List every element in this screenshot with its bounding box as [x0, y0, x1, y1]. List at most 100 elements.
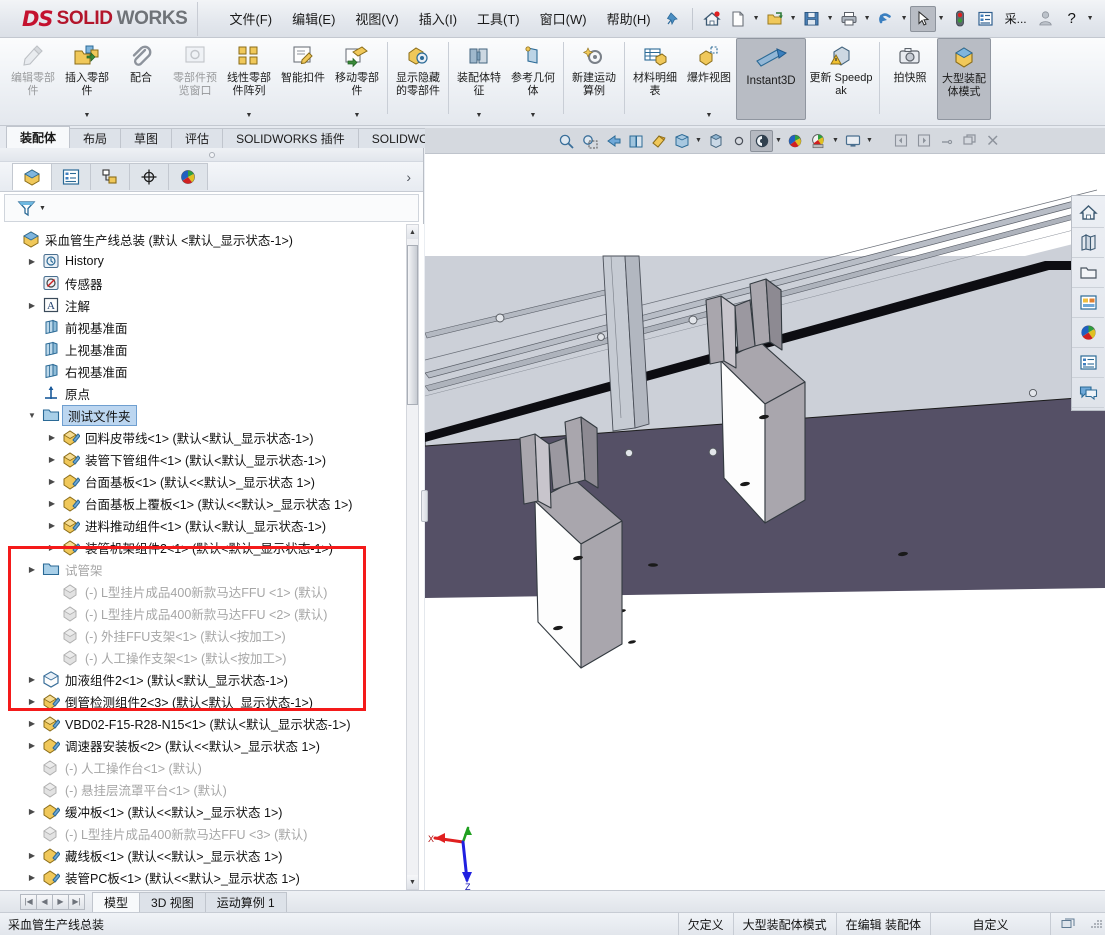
tree-item[interactable]: (-) 人工操作台<1> (默认) — [0, 756, 424, 778]
tree-item[interactable]: (-) 悬挂层流罩平台<1> (默认) — [0, 778, 424, 800]
tree-item[interactable]: 上视基准面 — [0, 338, 424, 360]
open-button[interactable] — [762, 6, 788, 32]
tree-item[interactable]: ▶ 倒管检测组件2<3> (默认<默认_显示状态-1>) — [0, 690, 424, 712]
bottom-tab-model[interactable]: 模型 — [92, 891, 141, 912]
view-hide-show-small[interactable] — [727, 130, 750, 152]
tree-item[interactable]: (-) L型挂片成品400新款马达FFU <2> (默认) — [0, 602, 424, 624]
ribbon-assembly-features-arrow[interactable]: ▼ — [476, 112, 483, 119]
window-close-doc[interactable] — [981, 130, 1004, 152]
tree-expand-arrow-icon[interactable]: ▶ — [24, 719, 40, 728]
view-settings[interactable] — [841, 130, 864, 152]
view-zoom-to-fit[interactable] — [555, 130, 578, 152]
ribbon-reference-geometry[interactable]: 参考几何体 ▼ — [506, 38, 560, 122]
window-tile-right[interactable] — [912, 130, 935, 152]
view-orientation[interactable] — [647, 130, 670, 152]
nav-first-button[interactable]: |◀ — [20, 893, 37, 910]
tree-expand-arrow-icon[interactable]: ▶ — [24, 873, 40, 882]
ribbon-take-snapshot[interactable]: 拍快照 — [883, 38, 937, 122]
tree-item[interactable]: ▶ 装管PC板<1> (默认<<默认>_显示状态 1>) — [0, 866, 424, 888]
view-edit-appearance[interactable] — [784, 130, 807, 152]
tree-item[interactable]: 传感器 — [0, 272, 424, 294]
tree-expand-arrow-icon[interactable]: ▶ — [44, 433, 60, 442]
tab-evaluate[interactable]: 评估 — [171, 128, 224, 148]
tree-expand-arrow-icon[interactable]: ▶ — [44, 455, 60, 464]
tree-item[interactable]: ▶ 装管下管组件<1> (默认<默认_显示状态-1>) — [0, 448, 424, 470]
display-style-caret[interactable]: ▼ — [693, 137, 704, 144]
ribbon-edit-component[interactable]: 编辑零部件 — [6, 38, 60, 122]
tree-item[interactable]: (-) L型挂片成品400新款马达FFU <1> (默认) — [0, 580, 424, 602]
ribbon-mate[interactable]: 配合 — [114, 38, 168, 122]
tree-item[interactable]: ▼ 测试文件夹 — [0, 404, 424, 426]
tree-expand-arrow-icon[interactable]: ▶ — [24, 257, 40, 266]
tree-item[interactable]: ▶ 缓冲板<1> (默认<<默认>_显示状态 1>) — [0, 800, 424, 822]
panel-tab-dimxpert-manager[interactable] — [129, 163, 169, 190]
select-button[interactable] — [909, 5, 936, 32]
apply-scene-caret[interactable]: ▼ — [830, 137, 841, 144]
view-zoom-to-area[interactable] — [578, 130, 601, 152]
tab-layout[interactable]: 布局 — [69, 128, 122, 148]
tree-item[interactable]: ▶ VBD02-F15-R28-N15<1> (默认<默认_显示状态-1>) — [0, 712, 424, 734]
tree-item[interactable]: ▶ 台面基板上覆板<1> (默认<<默认>_显示状态 1>) — [0, 492, 424, 514]
tree-item[interactable]: ▶ 藏线板<1> (默认<<默认>_显示状态 1>) — [0, 844, 424, 866]
scroll-down-arrow-icon[interactable]: ▼ — [407, 875, 418, 889]
save-button[interactable] — [799, 6, 825, 32]
print-button[interactable] — [836, 6, 862, 32]
ribbon-update-speedpak[interactable]: 更新 Speedpak — [806, 38, 876, 122]
resize-grip-icon[interactable] — [1088, 917, 1102, 931]
tree-expand-arrow-icon[interactable]: ▶ — [24, 565, 40, 574]
ribbon-component-preview[interactable]: 零部件预览窗口 — [168, 38, 222, 122]
undo-caret[interactable]: ▼ — [899, 15, 910, 22]
ribbon-assembly-features[interactable]: 装配体特征 ▼ — [452, 38, 506, 122]
ribbon-large-assembly-mode[interactable]: 大型装配体模式 — [937, 38, 991, 120]
task-pane-design-library[interactable] — [1072, 228, 1104, 258]
tree-item[interactable]: ▶ 调速器安装板<2> (默认<<默认>_显示状态 1>) — [0, 734, 424, 756]
tab-sketch[interactable]: 草图 — [120, 128, 173, 148]
view-settings-caret[interactable]: ▼ — [864, 137, 875, 144]
tree-item[interactable]: 前视基准面 — [0, 316, 424, 338]
task-pane-appearances[interactable] — [1072, 318, 1104, 348]
feature-tree[interactable]: 采血管生产线总装 (默认 <默认_显示状态-1>) ▶ History 传感器 ▶ A 注解… — [0, 224, 424, 890]
tree-item[interactable]: ▶ 装管机架组件2<1> (默认<默认_显示状态-1>) — [0, 536, 424, 558]
tree-expand-arrow-icon[interactable]: ▶ — [44, 521, 60, 530]
panel-tab-configuration-manager[interactable] — [90, 163, 130, 190]
task-pane-custom-properties[interactable] — [1072, 348, 1104, 378]
graphics-viewport[interactable]: X Z Baidu jingyan.baidu.com 7号游戏网 — [425, 128, 1105, 890]
select-caret[interactable]: ▼ — [936, 15, 947, 22]
tree-item[interactable]: ▶ 加液组件2<1> (默认<默认_显示状态-1>) — [0, 668, 424, 690]
panel-tab-feature-manager[interactable] — [12, 163, 52, 190]
ribbon-move-component-arrow[interactable]: ▼ — [354, 112, 361, 119]
tree-item[interactable]: (-) L型挂片成品400新款马达FFU <3> (默认) — [0, 822, 424, 844]
menu-insert[interactable]: 插入(I) — [410, 5, 466, 32]
view-cube[interactable] — [704, 130, 727, 152]
menu-file[interactable]: 文件(F) — [220, 5, 281, 32]
panel-grip[interactable] — [0, 148, 423, 162]
status-overlay-icon-cell[interactable] — [1050, 912, 1085, 935]
menu-window[interactable]: 窗口(W) — [531, 5, 596, 32]
tree-expand-arrow-icon[interactable]: ▶ — [24, 675, 40, 684]
rebuild-button[interactable] — [947, 6, 973, 32]
tree-expand-arrow-icon[interactable]: ▶ — [24, 741, 40, 750]
tree-expand-arrow-icon[interactable]: ▶ — [24, 697, 40, 706]
tree-item[interactable]: ▶ A 注解 — [0, 294, 424, 316]
options-button[interactable] — [973, 6, 999, 32]
scroll-up-arrow-icon[interactable]: ▲ — [407, 225, 418, 239]
view-section[interactable] — [624, 130, 647, 152]
panel-tab-property-manager[interactable] — [51, 163, 91, 190]
ribbon-insert-component-arrow[interactable]: ▼ — [84, 112, 91, 119]
window-restore[interactable] — [958, 130, 981, 152]
ribbon-exploded-view-arrow[interactable]: ▼ — [706, 112, 713, 119]
tree-item[interactable]: ▶ 台面基板<1> (默认<<默认>_显示状态 1>) — [0, 470, 424, 492]
panel-tab-display-manager[interactable] — [168, 163, 208, 190]
minimize-button[interactable]: — — [1096, 6, 1105, 32]
tree-item[interactable]: (-) 外挂FFU支架<1> (默认<按加工>) — [0, 624, 424, 646]
print-caret[interactable]: ▼ — [862, 15, 873, 22]
menu-view[interactable]: 视图(V) — [346, 5, 407, 32]
tree-item[interactable]: ▶ 回料皮带线<1> (默认<默认_显示状态-1>) — [0, 426, 424, 448]
new-document-caret[interactable]: ▼ — [751, 15, 762, 22]
tree-root-item[interactable]: 采血管生产线总装 (默认 <默认_显示状态-1>) — [0, 228, 424, 250]
ribbon-move-component[interactable]: 移动零部件 ▼ — [330, 38, 384, 122]
tab-assembly[interactable]: 装配体 — [6, 126, 71, 148]
nav-next-button[interactable]: ▶ — [52, 893, 69, 910]
undo-button[interactable] — [873, 6, 899, 32]
tree-expand-arrow-icon[interactable]: ▶ — [44, 499, 60, 508]
